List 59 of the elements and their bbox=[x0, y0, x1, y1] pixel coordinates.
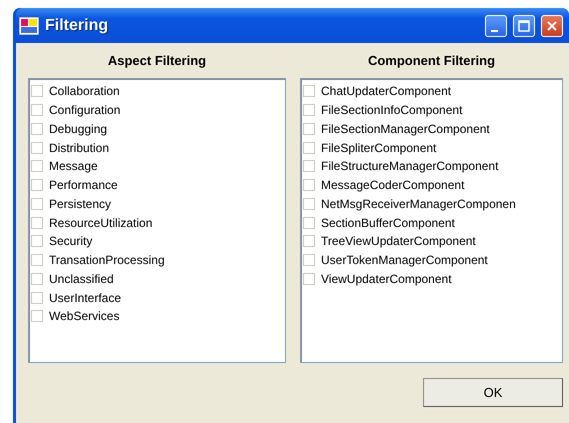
checkbox[interactable] bbox=[303, 254, 315, 266]
checkbox-label[interactable]: MessageCoderComponent bbox=[321, 178, 464, 192]
checkbox[interactable] bbox=[303, 235, 315, 248]
close-icon bbox=[546, 20, 558, 32]
section-heading: Component Filtering bbox=[366, 52, 496, 70]
checkbox-label[interactable]: FileSectionInfoComponent bbox=[321, 103, 462, 118]
checkbox-label[interactable]: Collaboration bbox=[49, 84, 120, 98]
maximize-icon bbox=[518, 20, 530, 32]
checkbox[interactable] bbox=[31, 272, 43, 285]
checkbox[interactable] bbox=[31, 292, 43, 304]
checkbox-label[interactable]: ChatUpdaterComponent bbox=[321, 84, 452, 98]
checkbox[interactable] bbox=[31, 254, 43, 266]
minimize-icon bbox=[490, 30, 498, 32]
checkbox[interactable] bbox=[303, 179, 315, 192]
checkbox-label[interactable]: WebServices bbox=[49, 309, 120, 324]
checkbox[interactable] bbox=[31, 216, 43, 229]
checkbox-label[interactable]: SectionBufferComponent bbox=[321, 216, 455, 230]
checkbox-label[interactable]: NetMsgReceiverManagerComponen bbox=[321, 196, 516, 211]
checkbox-label[interactable]: Message bbox=[49, 159, 98, 174]
checkbox-label[interactable]: UserInterface bbox=[49, 290, 122, 305]
checkbox-label[interactable]: FileSectionManagerComponent bbox=[321, 122, 490, 136]
checkbox-label[interactable]: Debugging bbox=[49, 122, 108, 136]
checkbox[interactable] bbox=[303, 216, 315, 229]
checkbox[interactable] bbox=[303, 104, 315, 116]
checkbox-label[interactable]: TransationProcessing bbox=[49, 253, 165, 268]
checkbox-label[interactable]: Persistency bbox=[49, 196, 112, 211]
checkbox[interactable] bbox=[31, 235, 43, 248]
checkbox-label[interactable]: ViewUpdaterComponent bbox=[321, 272, 452, 286]
checkbox[interactable] bbox=[31, 85, 43, 98]
checkbox-label[interactable]: Unclassified bbox=[49, 272, 114, 286]
app-icon bbox=[19, 16, 39, 34]
checkbox[interactable] bbox=[303, 198, 315, 210]
checkbox-label[interactable]: TreeViewUpdaterComponent bbox=[321, 234, 476, 248]
checkbox-label[interactable]: Configuration bbox=[49, 103, 120, 118]
section-heading: Aspect Filtering bbox=[106, 52, 208, 70]
minimize-button[interactable] bbox=[485, 14, 507, 36]
checkbox-label[interactable]: Security bbox=[49, 234, 92, 248]
checkbox-label[interactable]: Performance bbox=[49, 178, 118, 192]
ok-button[interactable]: OK bbox=[423, 378, 563, 407]
checkbox[interactable] bbox=[303, 142, 315, 154]
checkbox[interactable] bbox=[303, 272, 315, 285]
checkbox[interactable] bbox=[31, 160, 43, 172]
checkbox[interactable] bbox=[31, 310, 43, 322]
checkbox[interactable] bbox=[31, 142, 43, 154]
checkbox-label[interactable]: ResourceUtilization bbox=[49, 216, 152, 230]
checkbox-label[interactable]: Distribution bbox=[49, 140, 110, 155]
checkbox[interactable] bbox=[303, 85, 315, 98]
window-title: Filtering bbox=[45, 16, 110, 34]
checkbox[interactable] bbox=[31, 179, 43, 192]
checkbox-label[interactable]: FileSpliterComponent bbox=[321, 140, 436, 155]
checkbox[interactable] bbox=[303, 122, 315, 135]
checkbox-label[interactable]: FileStructureManagerComponent bbox=[321, 159, 498, 174]
maximize-button[interactable] bbox=[513, 14, 535, 36]
checkbox[interactable] bbox=[31, 122, 43, 135]
checkbox[interactable] bbox=[31, 198, 43, 210]
checkbox-label[interactable]: UserTokenManagerComponent bbox=[321, 253, 488, 268]
close-button[interactable] bbox=[541, 14, 563, 36]
checkbox[interactable] bbox=[31, 104, 43, 116]
checkbox[interactable] bbox=[303, 160, 315, 172]
